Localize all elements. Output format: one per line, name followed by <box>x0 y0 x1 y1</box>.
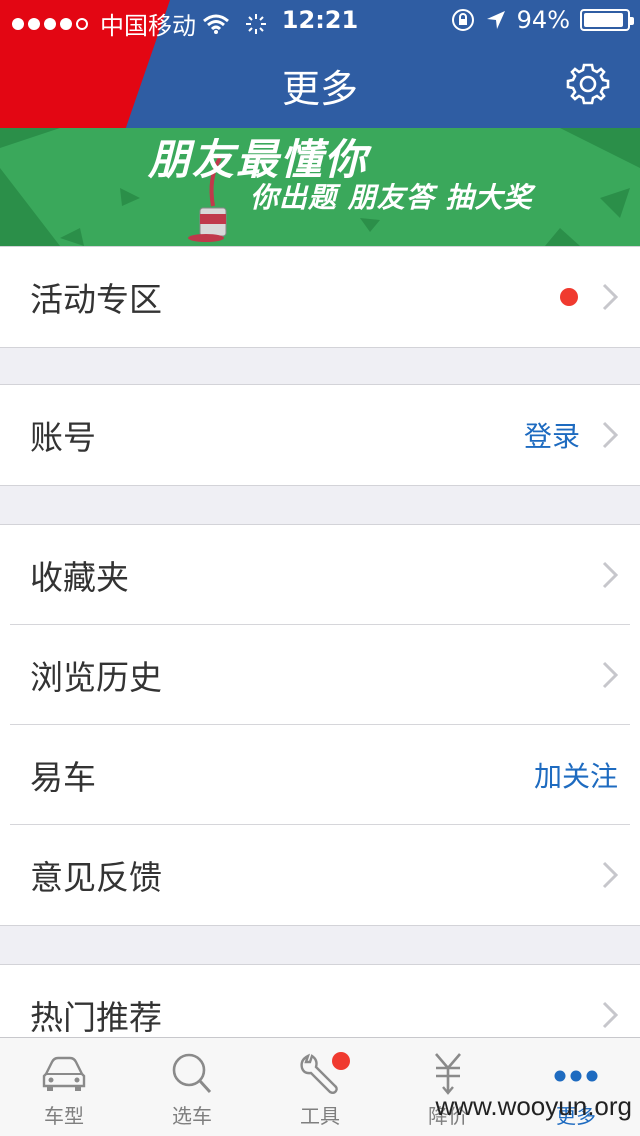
status-right: 94% <box>451 6 634 34</box>
promo-banner[interactable]: 朋友最懂你 你出题 朋友答 抽大奖 <box>0 128 640 246</box>
chevron-right-icon <box>602 421 618 449</box>
chevron-right-icon <box>602 661 618 689</box>
row-history-label: 浏览历史 <box>30 658 162 697</box>
battery-percent: 94% <box>516 6 570 34</box>
chevron-right-icon <box>602 1001 618 1029</box>
tab-bar: 车型 选车 工具 降价 更多 www.wooyun.org <box>0 1037 640 1136</box>
chevron-right-icon <box>602 561 618 589</box>
top-bar: 中国移动 12:21 94% 更多 <box>0 0 640 128</box>
chevron-right-icon <box>602 283 618 311</box>
tools-badge-dot <box>332 1052 350 1070</box>
main-group: 收藏夹 浏览历史 易车 加关注 意见反馈 <box>0 524 640 926</box>
yuan-down-icon <box>435 1053 461 1095</box>
tab-label: 选车 <box>172 1104 212 1128</box>
row-favorites[interactable]: 收藏夹 <box>0 525 640 625</box>
row-events[interactable]: 活动专区 <box>0 247 640 347</box>
tab-label: 工具 <box>300 1104 340 1128</box>
watermark-text: www.wooyun.org <box>435 1091 632 1121</box>
tab-tools[interactable]: 工具 <box>256 1038 384 1136</box>
row-account[interactable]: 账号 登录 <box>0 385 640 485</box>
row-hot-label: 热门推荐 <box>30 998 162 1037</box>
car-icon <box>42 1056 86 1091</box>
row-events-label: 活动专区 <box>30 280 162 319</box>
tab-car-models[interactable]: 车型 <box>0 1038 128 1136</box>
more-dots-icon <box>554 1070 598 1082</box>
row-history[interactable]: 浏览历史 <box>0 625 640 725</box>
battery-icon <box>580 9 634 31</box>
events-group: 活动专区 <box>0 246 640 348</box>
tab-choose-car[interactable]: 选车 <box>128 1038 256 1136</box>
login-link[interactable]: 登录 <box>524 415 580 455</box>
row-account-label: 账号 <box>30 418 96 457</box>
chevron-right-icon <box>602 861 618 889</box>
notification-dot <box>560 288 578 306</box>
tab-label: 车型 <box>44 1104 84 1128</box>
location-arrow-icon <box>486 11 505 29</box>
row-favorites-label: 收藏夹 <box>30 558 129 597</box>
banner-subline: 你出题 朋友答 抽大奖 <box>250 181 533 214</box>
status-bar: 中国移动 12:21 94% <box>0 0 640 40</box>
rotation-lock-icon <box>451 9 474 31</box>
account-group: 账号 登录 <box>0 384 640 486</box>
page-title: 更多 <box>281 67 358 111</box>
row-feedback-label: 意见反馈 <box>30 858 162 897</box>
settings-gear-icon[interactable] <box>566 62 610 106</box>
row-yiche-label: 易车 <box>30 758 96 797</box>
row-yiche: 易车 加关注 <box>0 725 640 825</box>
search-icon <box>172 1053 212 1094</box>
follow-button[interactable]: 加关注 <box>534 755 618 795</box>
row-feedback[interactable]: 意见反馈 <box>0 825 640 925</box>
